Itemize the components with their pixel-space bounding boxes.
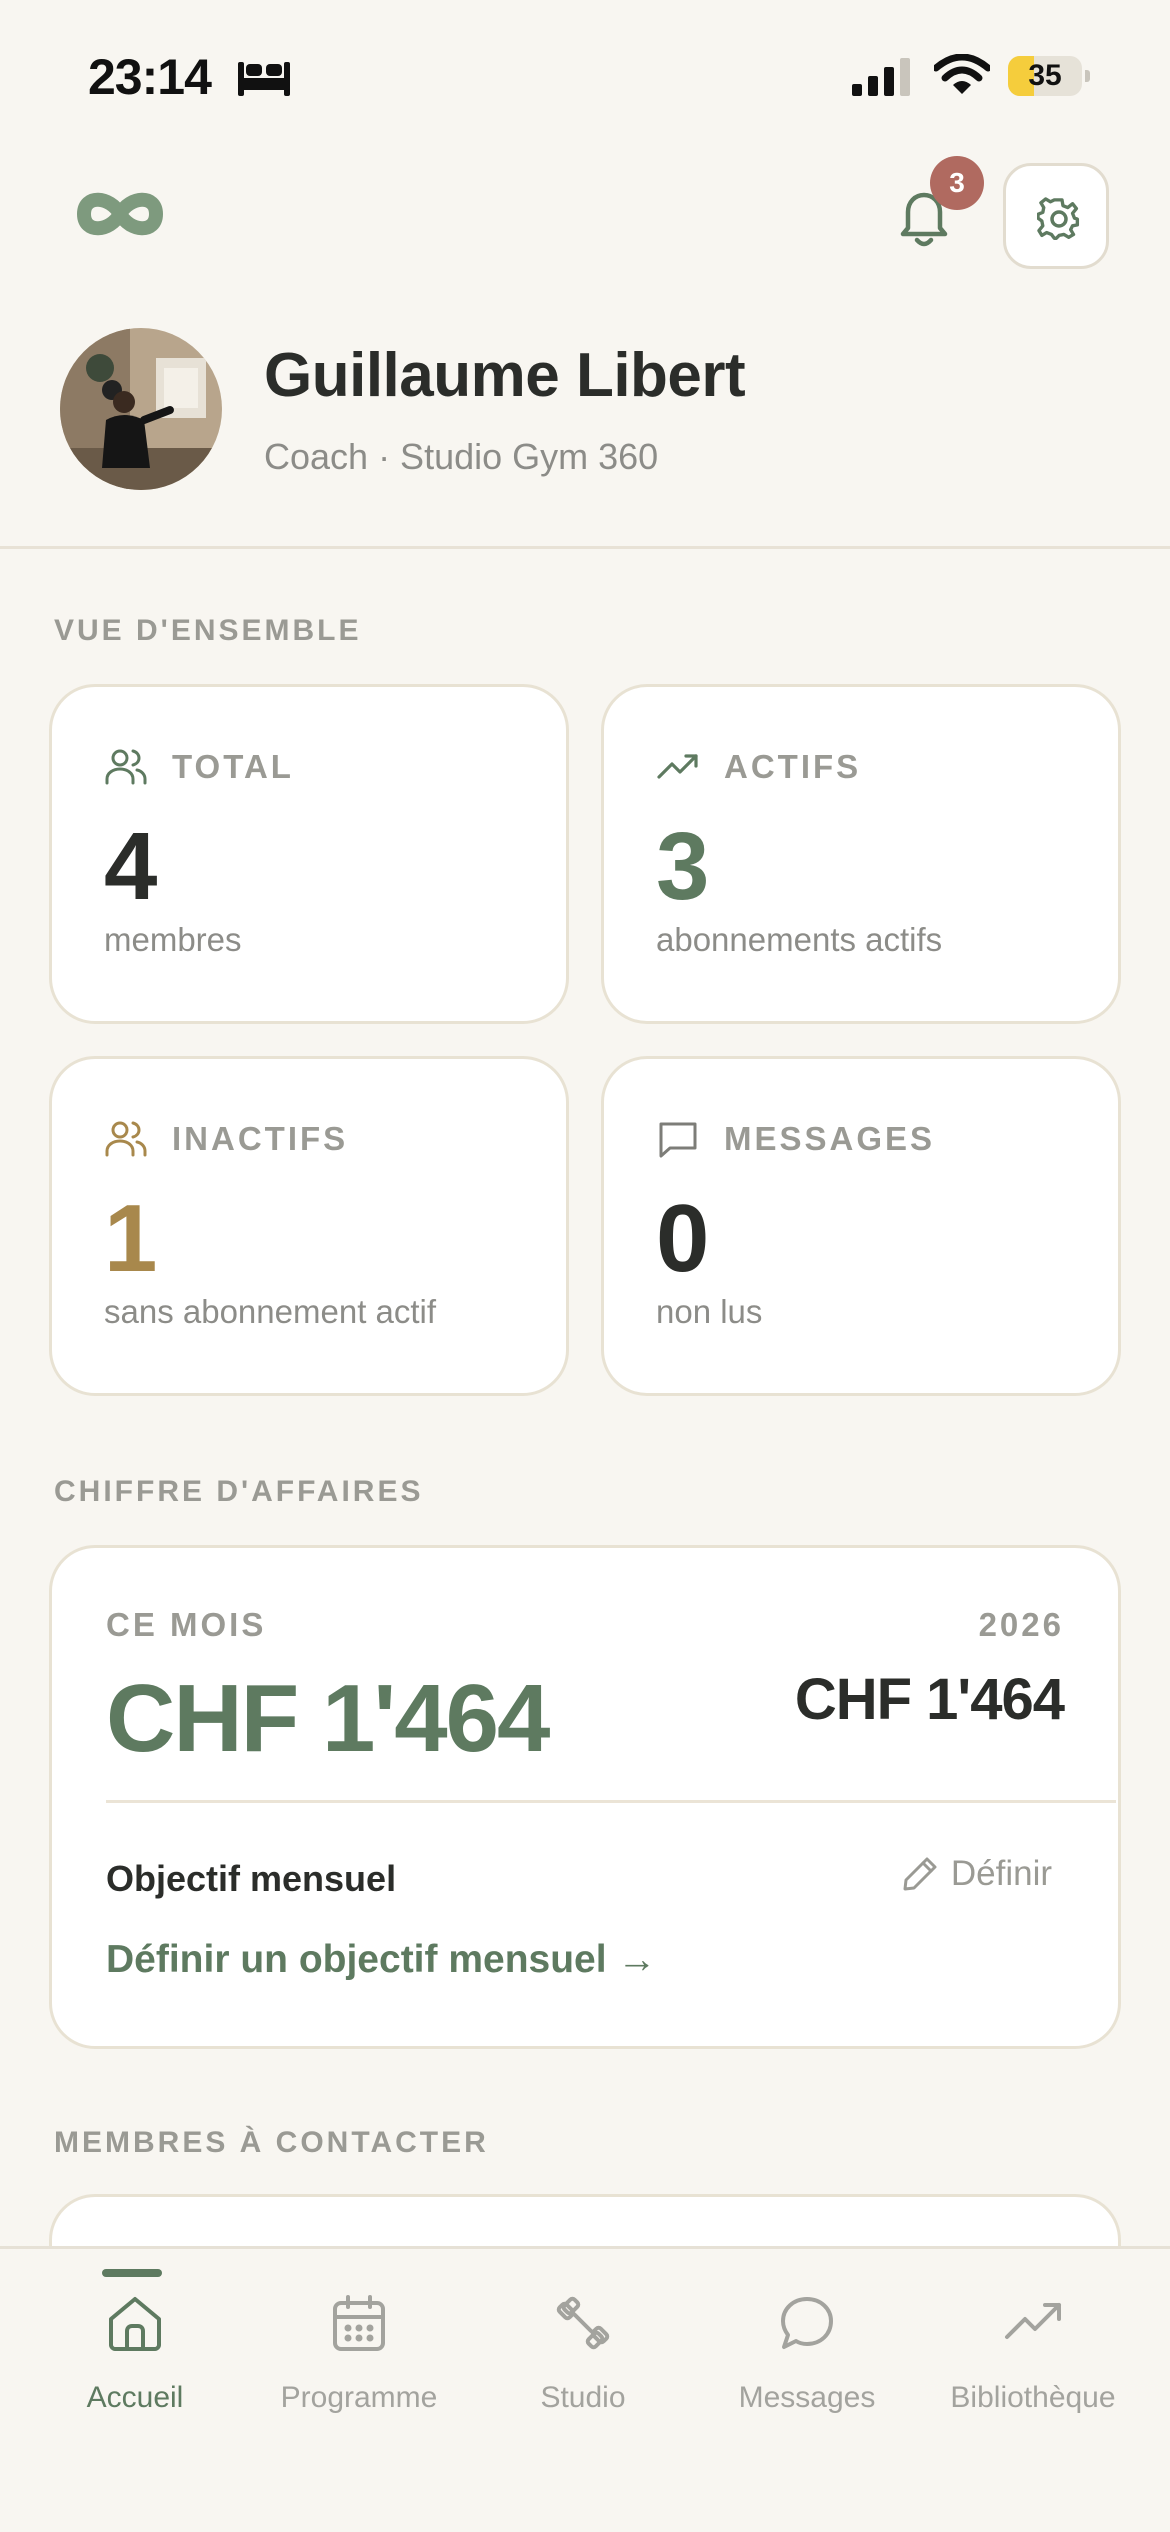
trending-up-icon (1005, 2303, 1061, 2339)
stat-label: MESSAGES (724, 1120, 936, 1157)
revenue-year-value: CHF 1'464 (794, 1667, 1065, 1732)
pencil-icon (903, 1857, 937, 1891)
stat-subtitle: non lus (656, 1293, 763, 1330)
revenue-card: CE MOIS 2026 CHF 1'464 CHF 1'464 Objecti… (49, 1545, 1121, 2049)
revenue-section-title: CHIFFRE D'AFFAIRES (54, 1475, 424, 1508)
stat-value: 0 (656, 1185, 710, 1292)
infinity-logo-icon (76, 192, 164, 236)
profile-role: Coach · Studio Gym 360 (264, 436, 659, 477)
stat-subtitle: abonnements actifs (656, 921, 943, 958)
stat-value: 3 (656, 813, 710, 920)
revenue-month-value: CHF 1'464 (106, 1665, 550, 1772)
define-goal-label: Définir (950, 1854, 1052, 1893)
revenue-year-label: 2026 (978, 1606, 1064, 1643)
tab-label: Studio (540, 2381, 626, 2414)
active-tab-indicator (102, 2269, 162, 2277)
battery-level: 35 (1028, 59, 1062, 92)
tab-label: Messages (738, 2381, 876, 2414)
calendar-icon (333, 2295, 385, 2351)
stat-value: 4 (104, 813, 158, 920)
tab-messages[interactable]: Messages (690, 2249, 924, 2449)
stat-card-messages[interactable]: MESSAGES 0 non lus (601, 1056, 1121, 1396)
gear-icon (1037, 197, 1080, 240)
trending-up-icon (657, 754, 698, 779)
contacts-section-title: MEMBRES À CONTACTER (54, 2126, 489, 2159)
users-icon (105, 749, 147, 785)
stat-card-active[interactable]: ACTIFS 3 abonnements actifs (601, 684, 1121, 1024)
define-goal-button[interactable]: Définir (901, 1854, 1052, 1894)
wifi-icon (934, 54, 990, 94)
status-time: 23:14 (88, 49, 212, 105)
tab-programme[interactable]: Programme (242, 2249, 476, 2449)
stat-card-inactive[interactable]: INACTIFS 1 sans abonnement actif (49, 1056, 569, 1396)
chat-bubble-icon (781, 2297, 833, 2349)
stat-subtitle: membres (104, 921, 242, 958)
stat-card-total[interactable]: TOTAL 4 membres (49, 684, 569, 1024)
goal-title: Objectif mensuel (106, 1858, 397, 1899)
tab-home[interactable]: Accueil (18, 2249, 252, 2449)
divider (106, 1800, 1116, 1803)
avatar[interactable] (60, 328, 222, 490)
battery-icon: 35 (1008, 56, 1090, 96)
stat-label: INACTIFS (172, 1120, 349, 1157)
define-goal-link[interactable]: Définir un objectif mensuel → (106, 1938, 656, 1982)
profile-name: Guillaume Libert (264, 341, 746, 410)
stat-label: TOTAL (172, 748, 294, 785)
status-bar: 23:14 35 (0, 0, 1170, 150)
bottom-tab-bar: Accueil Programme Studio Messages Biblio… (0, 2246, 1170, 2532)
tab-label: Accueil (86, 2381, 184, 2414)
home-icon (109, 2297, 161, 2351)
divider (0, 546, 1170, 549)
tab-library[interactable]: Bibliothèque (916, 2249, 1150, 2449)
notification-badge: 3 (930, 156, 984, 210)
settings-button[interactable] (1003, 163, 1109, 269)
stat-label: ACTIFS (724, 748, 862, 785)
tab-label: Programme (280, 2381, 438, 2414)
message-square-icon (659, 1122, 697, 1158)
home-indicator (390, 2494, 780, 2508)
users-icon (105, 1121, 147, 1157)
overview-section-title: VUE D'ENSEMBLE (54, 614, 362, 647)
cellular-signal-icon (852, 58, 910, 96)
stat-value: 1 (104, 1185, 158, 1292)
bed-icon (238, 62, 290, 96)
dumbbell-icon (556, 2296, 610, 2350)
stat-subtitle: sans abonnement actif (104, 1293, 437, 1330)
revenue-month-label: CE MOIS (106, 1606, 267, 1643)
tab-label: Bibliothèque (950, 2381, 1116, 2414)
tab-studio[interactable]: Studio (466, 2249, 700, 2449)
